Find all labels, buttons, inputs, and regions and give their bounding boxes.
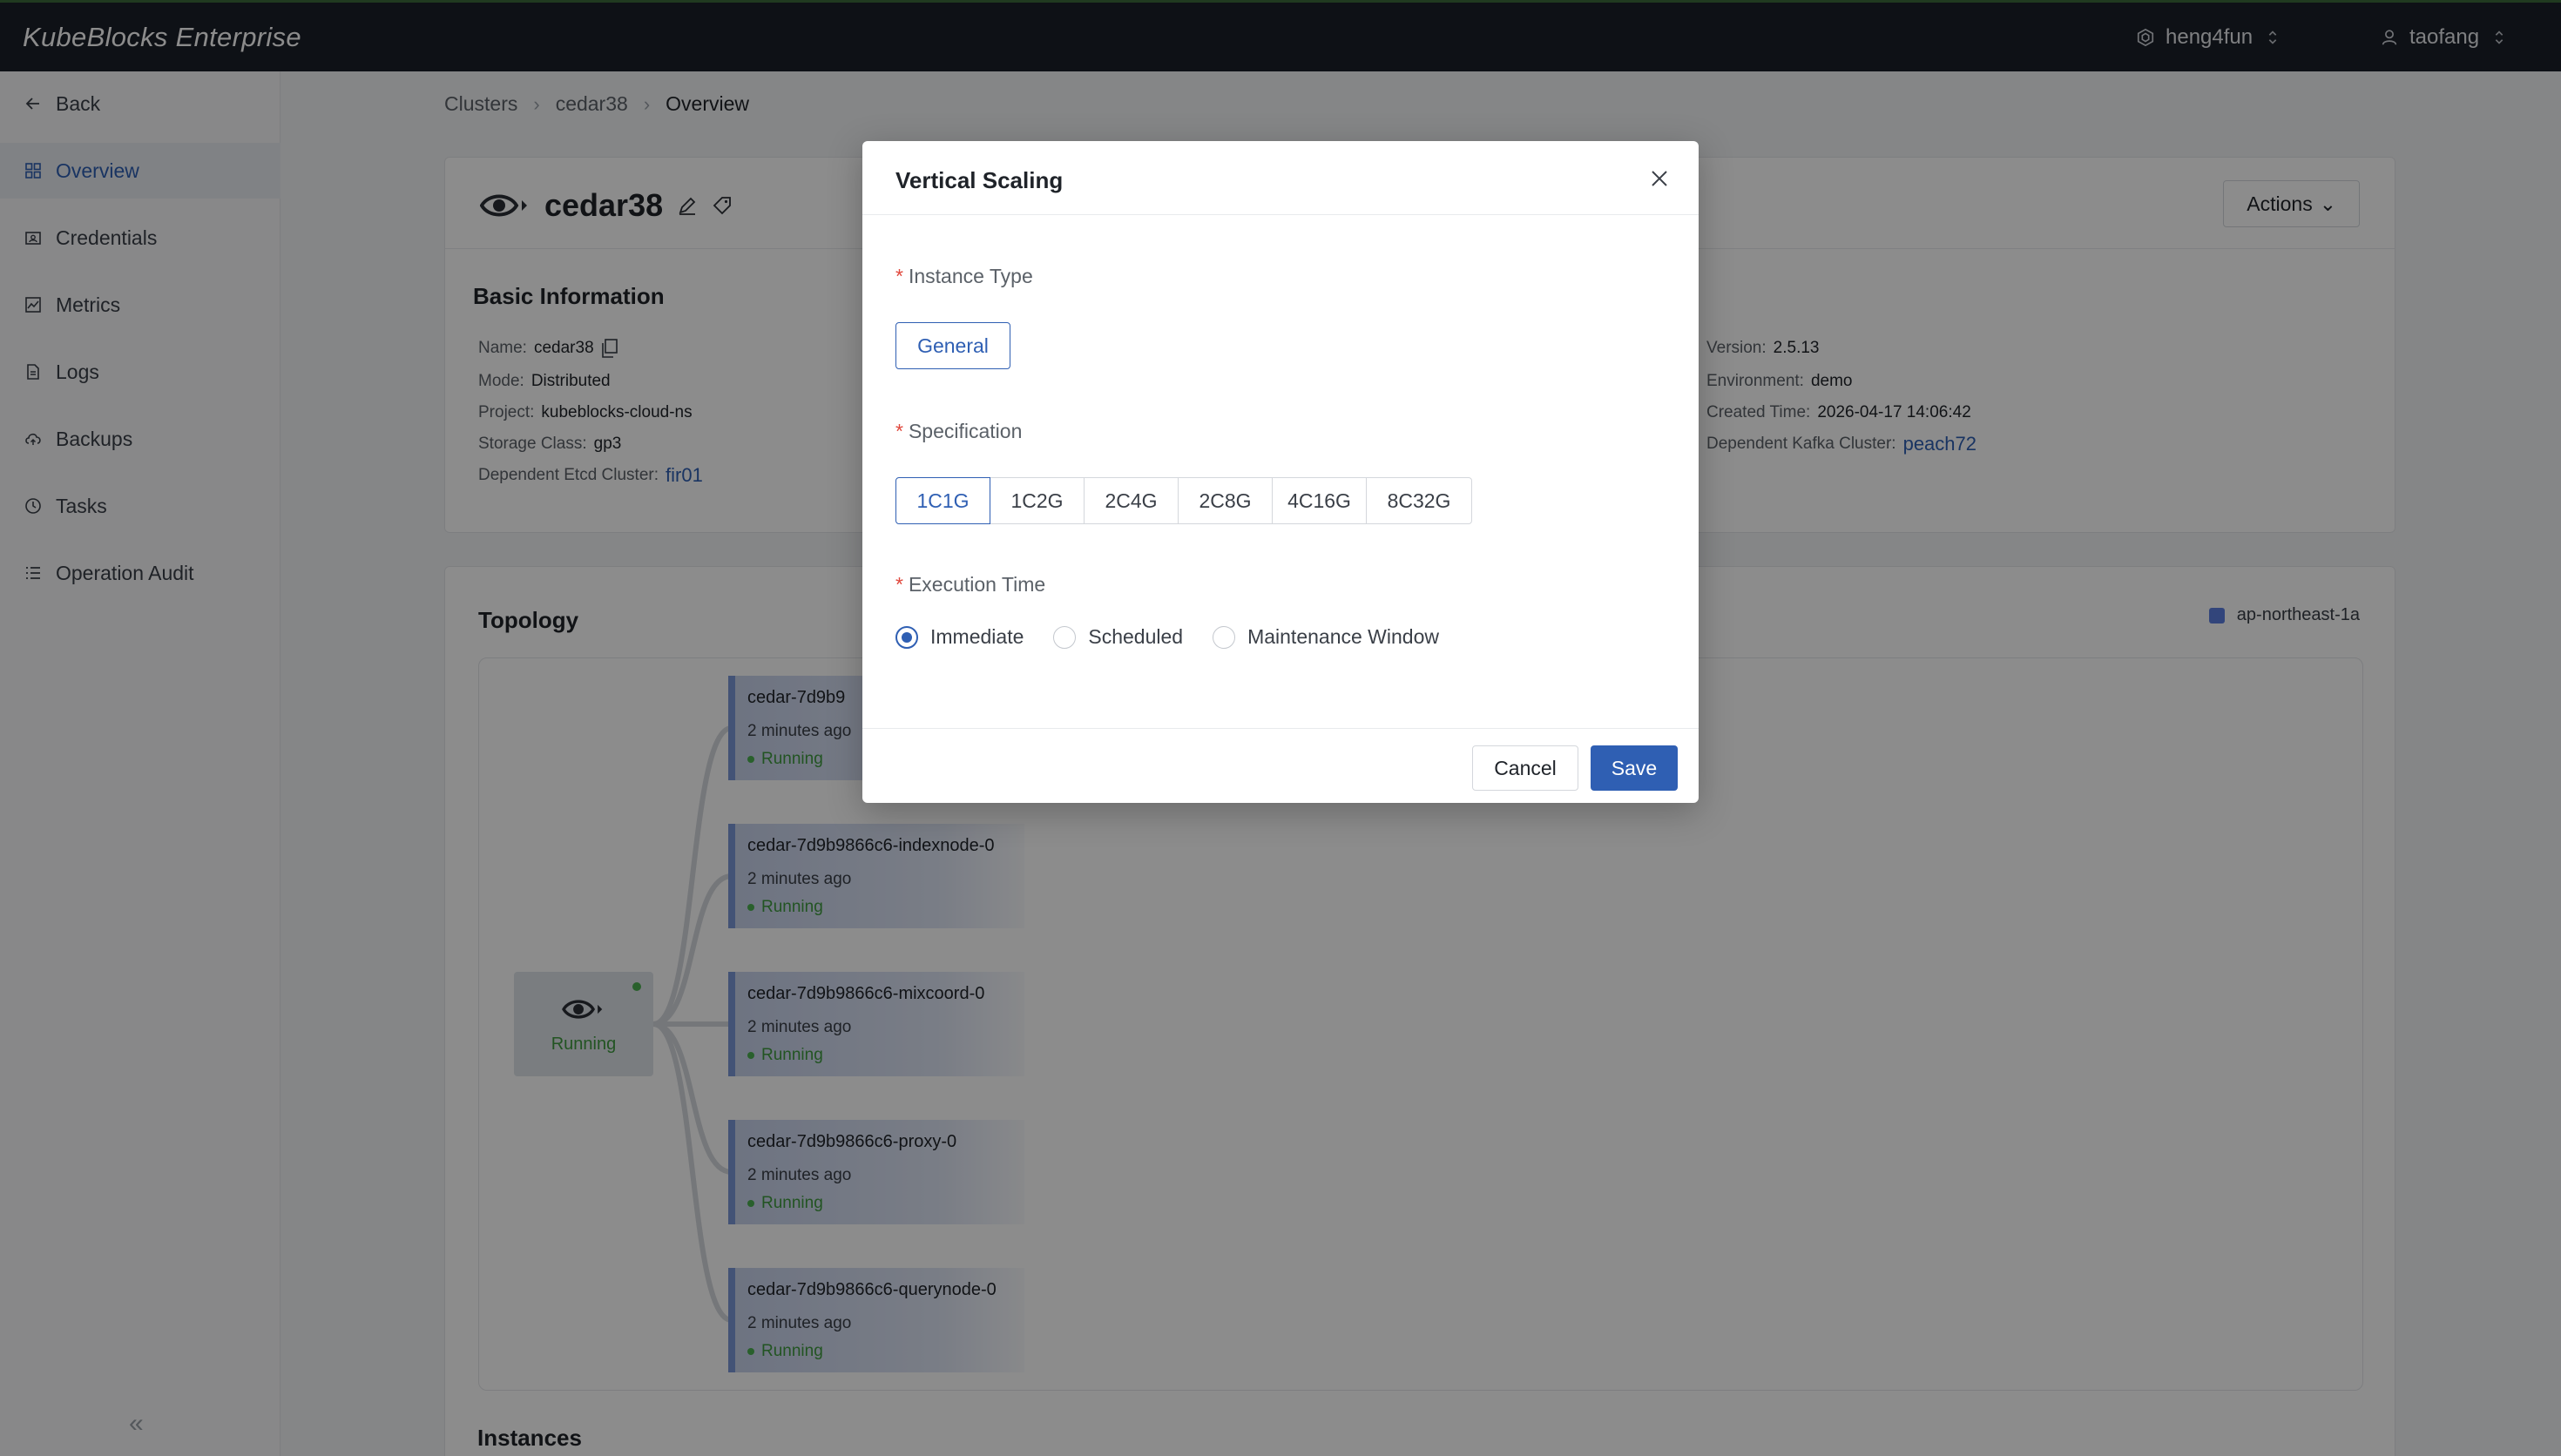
save-button[interactable]: Save	[1591, 745, 1678, 791]
cancel-button[interactable]: Cancel	[1472, 745, 1578, 791]
radio-label: Maintenance Window	[1247, 625, 1439, 648]
radio-scheduled[interactable]: Scheduled	[1053, 625, 1183, 649]
required-mark: *	[895, 265, 903, 287]
specification-label: * Specification	[895, 420, 1022, 443]
radio-circle	[1213, 625, 1236, 649]
dialog-title: Vertical Scaling	[895, 167, 1064, 193]
label-text: Execution Time	[908, 573, 1046, 596]
execution-time-label: * Execution Time	[895, 573, 1045, 597]
spec-option-1c1g[interactable]: 1C1G	[895, 477, 990, 524]
radio-maintenance-window[interactable]: Maintenance Window	[1213, 625, 1439, 649]
radio-circle	[1053, 625, 1077, 649]
radio-label: Immediate	[930, 625, 1024, 648]
radio-immediate[interactable]: Immediate	[895, 625, 1024, 649]
instance-type-label: * Instance Type	[895, 265, 1033, 288]
label-text: Specification	[908, 420, 1023, 442]
close-icon[interactable]	[1646, 165, 1672, 192]
required-mark: *	[895, 573, 903, 596]
radio-circle	[895, 625, 918, 649]
spec-option-1c2g[interactable]: 1C2G	[990, 477, 1085, 524]
divider	[862, 214, 1699, 215]
radio-label: Scheduled	[1088, 625, 1184, 648]
label-text: Instance Type	[908, 265, 1033, 287]
execution-time-radio-group: Immediate Scheduled Maintenance Window	[895, 625, 1439, 649]
vertical-scaling-dialog: Vertical Scaling * Instance Type General …	[862, 141, 1699, 803]
spec-option-2c4g[interactable]: 2C4G	[1084, 477, 1179, 524]
spec-option-4c16g[interactable]: 4C16G	[1272, 477, 1367, 524]
required-mark: *	[895, 420, 903, 442]
spec-option-2c8g[interactable]: 2C8G	[1178, 477, 1273, 524]
spec-option-8c32g[interactable]: 8C32G	[1366, 477, 1472, 524]
specification-selector: 1C1G 1C2G 2C4G 2C8G 4C16G 8C32G	[895, 477, 1472, 524]
instance-type-general-button[interactable]: General	[895, 322, 1010, 369]
divider	[862, 728, 1699, 729]
